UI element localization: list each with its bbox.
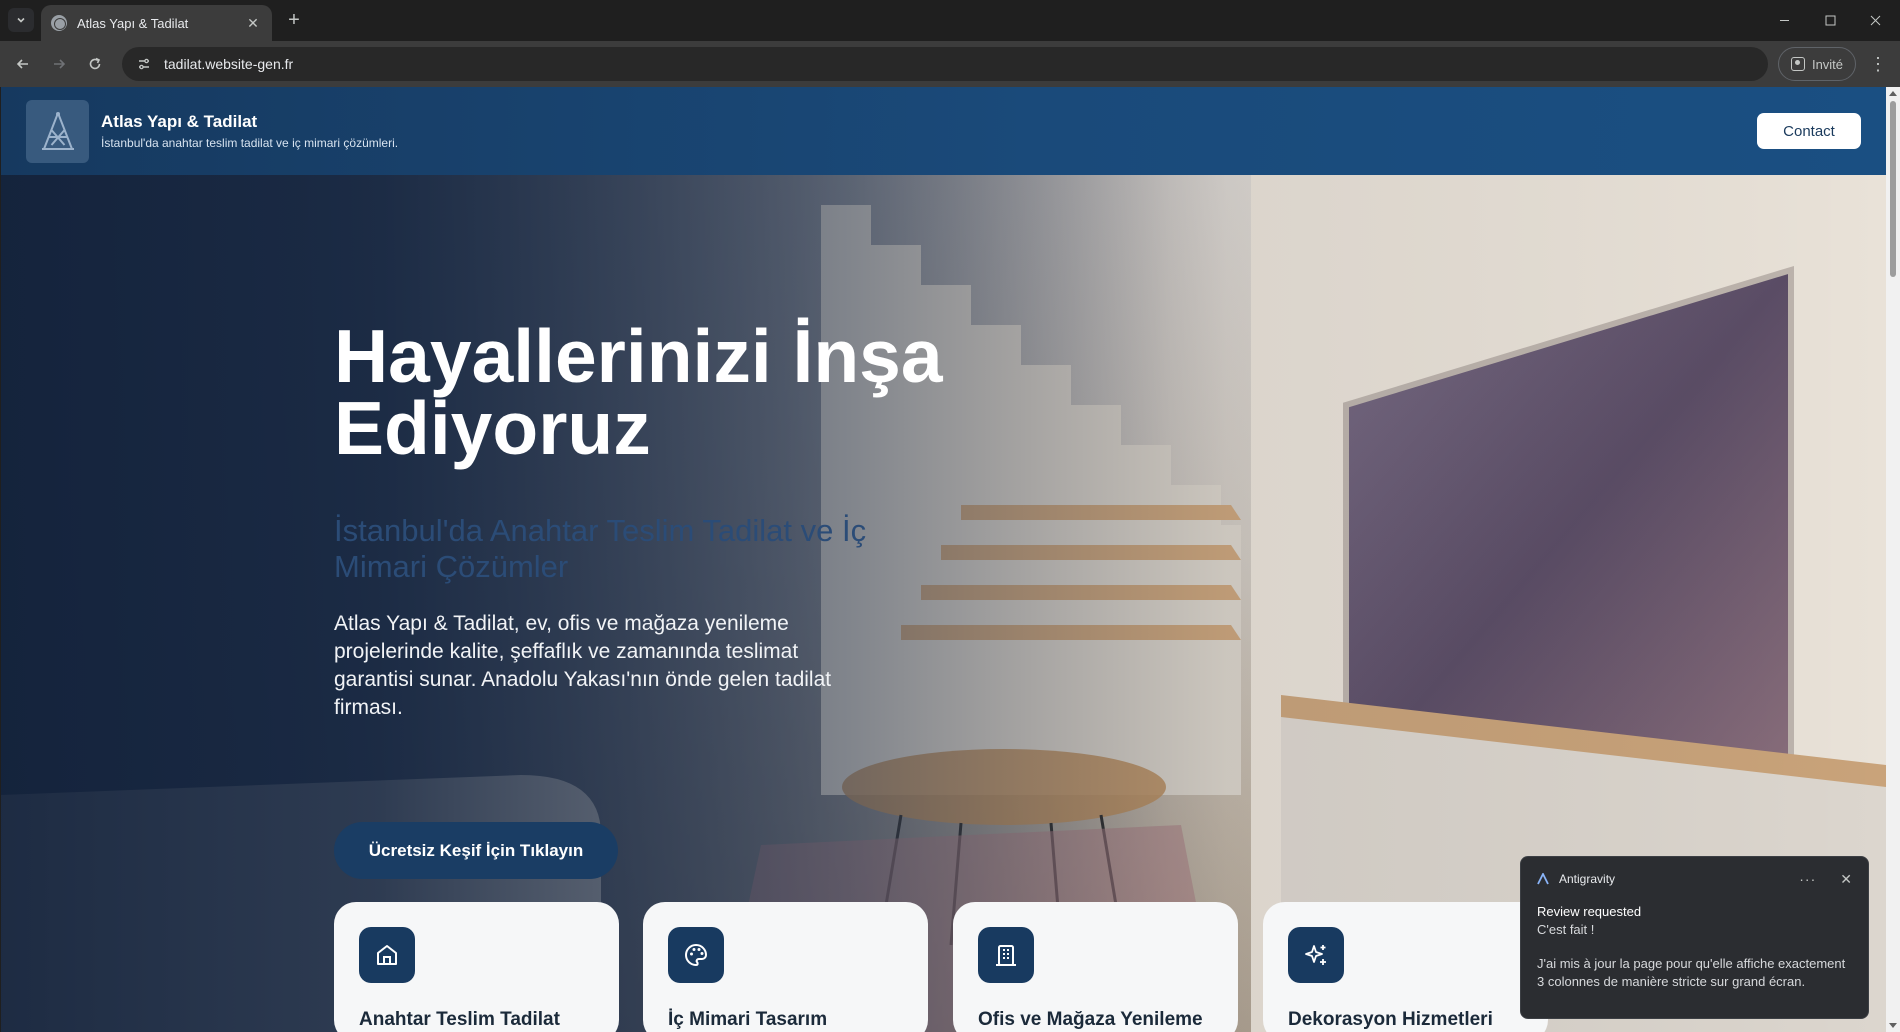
arrow-right-icon (54, 59, 66, 69)
profile-button[interactable]: Invité (1778, 47, 1856, 81)
brand-tagline: İstanbul'da anahtar teslim tadilat ve iç… (101, 136, 399, 150)
more-options-icon[interactable]: ··· (1799, 871, 1816, 887)
brand-name: Atlas Yapı & Tadilat (101, 112, 258, 131)
profile-icon (1790, 57, 1805, 71)
site-info-icon[interactable] (136, 56, 152, 72)
brand-block: Atlas Yapı & Tadilat İstanbul'da anahtar… (101, 112, 398, 150)
notification-line: C'est fait ! (1537, 922, 1595, 937)
arrow-left-icon (16, 59, 28, 69)
page-scrollbar[interactable] (1886, 87, 1900, 1032)
hero-description: Atlas Yapı & Tadilat, ev, ofis ve mağaza… (334, 612, 832, 719)
service-title: Anahtar Teslim Tadilat (359, 1009, 560, 1030)
reload-icon (89, 57, 101, 70)
free-survey-cta-button[interactable]: Ücretsiz Keşif İçin Tıklayın (334, 822, 618, 879)
close-icon[interactable]: ✕ (1840, 871, 1852, 888)
tab-search-button[interactable] (8, 8, 34, 32)
tab-close-icon[interactable]: ✕ (244, 14, 262, 32)
notification-body: J'ai mis à jour la page pour qu'elle aff… (1537, 956, 1846, 989)
minimize-button[interactable] (1761, 0, 1807, 41)
close-window-button[interactable] (1852, 0, 1898, 41)
browser-toolbar: tadilat.website-gen.fr Invité ⋮ (0, 41, 1900, 87)
maximize-button[interactable] (1807, 0, 1853, 41)
antigravity-icon (1537, 873, 1549, 885)
site-header: Atlas Yapı & Tadilat İstanbul'da anahtar… (1, 87, 1886, 175)
service-title: İç Mimari Tasarım (668, 1009, 828, 1030)
service-title: Ofis ve Mağaza Yenileme (978, 1009, 1203, 1030)
maximize-icon (1825, 15, 1835, 26)
palette-icon (668, 927, 724, 983)
notification-title: Review requested (1537, 904, 1642, 919)
url-text: tadilat.website-gen.fr (164, 56, 294, 72)
home-icon (359, 927, 415, 983)
back-button[interactable] (10, 51, 36, 77)
globe-icon (51, 15, 67, 31)
contact-button[interactable]: Contact (1757, 113, 1861, 149)
scroll-thumb[interactable] (1890, 101, 1896, 277)
profile-label: Invité (1811, 56, 1844, 72)
notification-app-name: Antigravity (1559, 872, 1616, 886)
browser-menu-icon[interactable]: ⋮ (1866, 51, 1890, 77)
close-icon (1870, 15, 1880, 26)
minimize-icon (1779, 20, 1789, 21)
notification-toast[interactable]: Antigravity ··· ✕ Review requested C'est… (1520, 856, 1869, 1019)
address-bar[interactable]: tadilat.website-gen.fr (122, 47, 1768, 81)
logo[interactable] (26, 99, 89, 163)
browser-tabstrip: Atlas Yapı & Tadilat ✕ + (0, 0, 1900, 41)
service-card-turnkey[interactable]: Anahtar Teslim Tadilat (334, 902, 619, 1032)
hero-title: Hayallerinizi İnşa Ediyoruz (334, 314, 943, 470)
sparkles-icon (1288, 927, 1344, 983)
service-title: Dekorasyon Hizmetleri (1288, 1009, 1493, 1030)
scroll-up-icon[interactable] (1889, 91, 1897, 96)
building-icon (978, 927, 1034, 983)
tab-title: Atlas Yapı & Tadilat (77, 15, 189, 31)
service-card-interior-design[interactable]: İç Mimari Tasarım (643, 902, 928, 1032)
scroll-down-icon[interactable] (1889, 1023, 1897, 1028)
service-card-decoration[interactable]: Dekorasyon Hizmetleri (1263, 902, 1548, 1032)
forward-button[interactable] (46, 51, 72, 77)
new-tab-button[interactable]: + (282, 9, 306, 33)
tower-logo-icon (41, 112, 74, 150)
reload-button[interactable] (82, 51, 108, 77)
service-card-office-store[interactable]: Ofis ve Mağaza Yenileme (953, 902, 1238, 1032)
browser-tab-active[interactable]: Atlas Yapı & Tadilat ✕ (41, 5, 272, 41)
chevron-down-icon (17, 17, 25, 23)
hero-subtitle: İstanbul'da Anahtar Teslim Tadilat ve İç… (334, 513, 867, 584)
